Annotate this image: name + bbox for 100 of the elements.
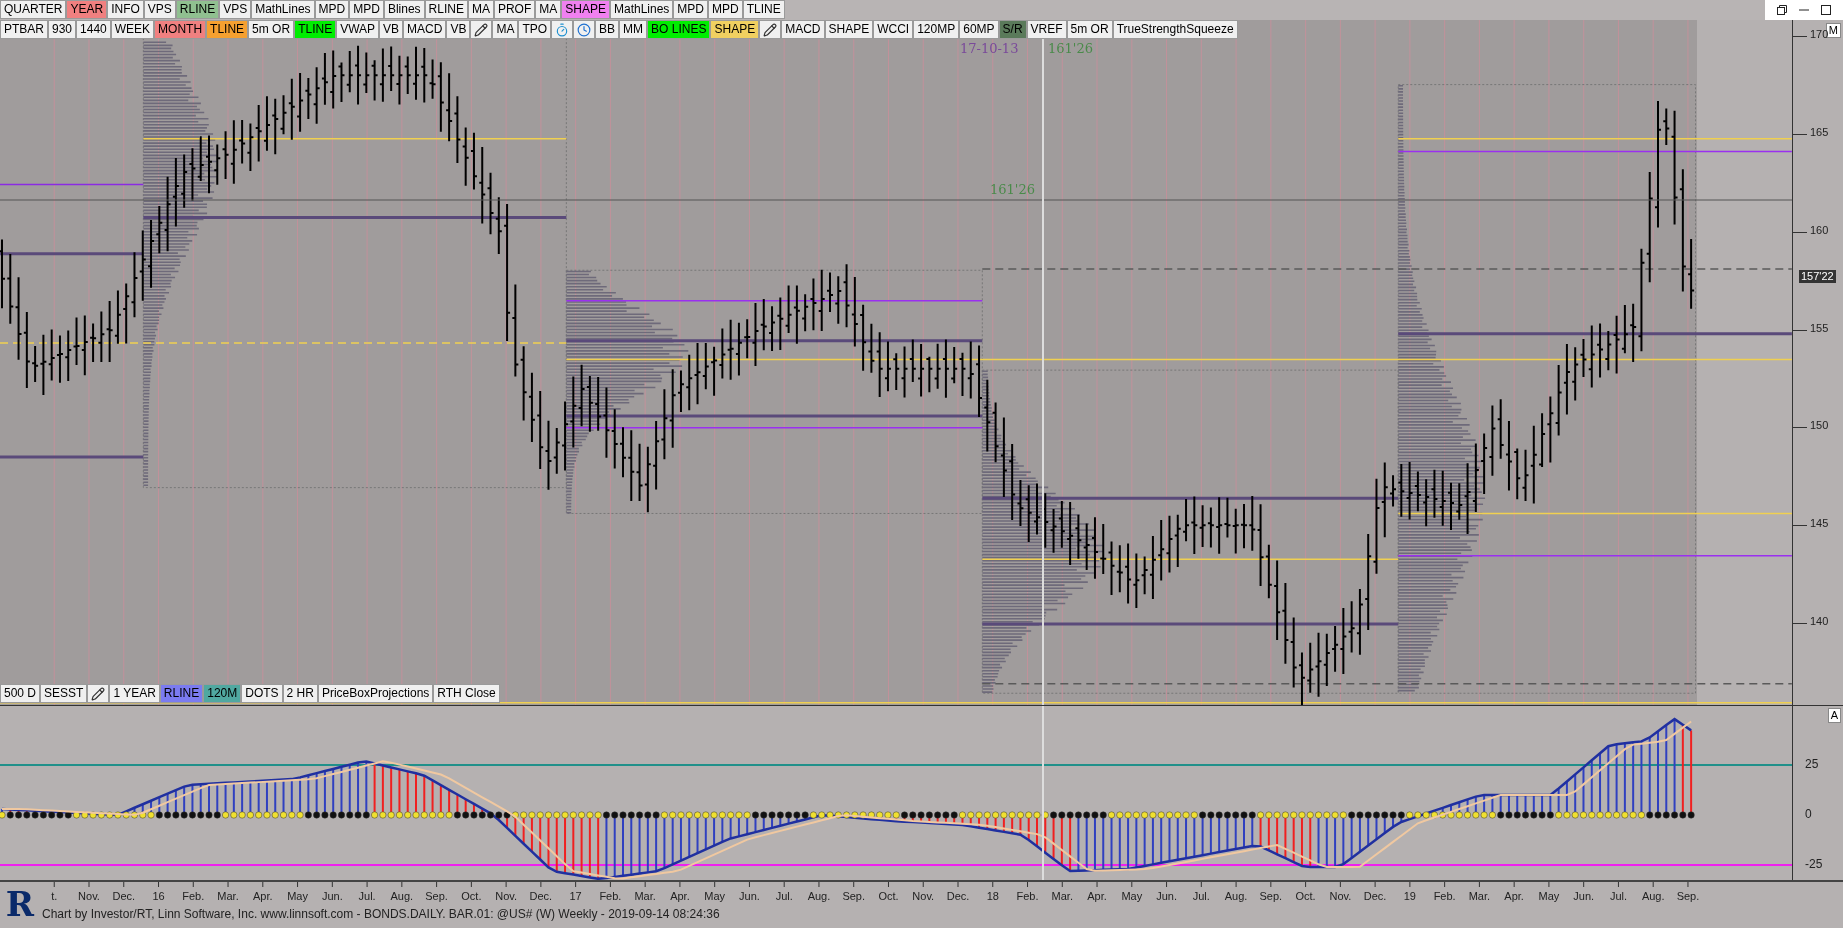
- toolbar-button[interactable]: RLINE: [175, 0, 220, 19]
- month-label: Feb.: [1433, 890, 1456, 902]
- month-label: Oct.: [878, 890, 899, 902]
- month-label: 18: [986, 890, 999, 902]
- toolbar-button[interactable]: 5m OR: [1066, 20, 1113, 39]
- month-label: Dec.: [946, 890, 970, 902]
- toolbar-button[interactable]: MA: [535, 0, 562, 19]
- toolbar-button[interactable]: 1 YEAR: [109, 684, 160, 703]
- toolbar-button[interactable]: WCCI: [873, 20, 914, 39]
- month-label: Aug.: [1224, 890, 1248, 902]
- toolbar-button[interactable]: TLINE: [206, 20, 249, 39]
- toolbar-button[interactable]: MathLines: [609, 0, 674, 19]
- month-label: Dec.: [112, 890, 136, 902]
- panel-label[interactable]: A: [1827, 708, 1841, 723]
- month-label: Oct.: [461, 890, 482, 902]
- month-label: Jun.: [321, 890, 343, 902]
- toolbar-button[interactable]: PTBAR: [0, 20, 48, 39]
- toolbar-button[interactable]: MACD: [403, 20, 447, 39]
- toolbar-button[interactable]: BB: [595, 20, 620, 39]
- month-label: Jul.: [358, 890, 376, 902]
- toolbar-button[interactable]: RLINE: [424, 0, 468, 19]
- chart-credit: Chart by Investor/RT, Linn Software, Inc. www.linnsoft.com - BONDS.DAILY. BAR.01: @US# (W) Weekly - 2019-09-14 08:24:36: [41, 906, 721, 922]
- maximize-icon[interactable]: [1821, 5, 1831, 15]
- toolbar-button[interactable]: BO LINES: [647, 20, 711, 39]
- month-label: May: [1538, 890, 1560, 902]
- month-label: 16: [152, 890, 165, 902]
- toolbar-button[interactable]: MPD: [349, 0, 384, 19]
- toolbar-button[interactable]: RTH Close: [433, 684, 500, 703]
- toolbar-button[interactable]: PROF: [493, 0, 536, 19]
- toolbar-button[interactable]: TLINE: [742, 0, 785, 19]
- toolbar-button[interactable]: RLINE: [159, 684, 204, 703]
- month-label: Apr.: [670, 890, 690, 902]
- month-label: Nov.: [1329, 890, 1352, 902]
- toolbar-button[interactable]: TrueStrengthSqueeze: [1112, 20, 1238, 39]
- month-label: Jun.: [1573, 890, 1595, 902]
- toolbar-button[interactable]: 930: [48, 20, 77, 39]
- tool-button[interactable]: [759, 20, 782, 39]
- price-label: 145: [1810, 517, 1829, 530]
- toolbar-button[interactable]: MA: [467, 0, 494, 19]
- clock-icon: [577, 22, 592, 37]
- toolbar-button[interactable]: VB: [446, 20, 471, 39]
- toolbar-button[interactable]: SHAPE: [824, 20, 874, 39]
- price-label: 140: [1810, 615, 1829, 628]
- chart-annotation: 161'26: [1048, 41, 1093, 56]
- month-label: Jul.: [775, 890, 793, 902]
- toolbar-button[interactable]: VWAP: [336, 20, 380, 39]
- chart-annotation: 17-10-13: [960, 41, 1019, 56]
- toolbar-button[interactable]: Blines: [383, 0, 425, 19]
- toolbar-button[interactable]: MPD: [708, 0, 743, 19]
- toolbar-button[interactable]: INFO: [107, 0, 144, 19]
- toolbar-button[interactable]: VB: [379, 20, 404, 39]
- month-label: 19: [1403, 890, 1416, 902]
- price-label: 160: [1810, 223, 1829, 236]
- toolbar-button[interactable]: SHAPE: [710, 20, 760, 39]
- toolbar-button[interactable]: 2 HR: [282, 684, 318, 703]
- toolbar-button[interactable]: SHAPE: [561, 0, 610, 19]
- toolbar-button[interactable]: TLINE: [294, 20, 337, 39]
- pencil-icon: [763, 22, 778, 37]
- month-label: Apr.: [1087, 890, 1107, 902]
- price-label: 165: [1810, 125, 1829, 138]
- toolbar-button[interactable]: VPS: [219, 0, 252, 19]
- toolbar-button[interactable]: 500 D: [0, 684, 41, 703]
- toolbar-button[interactable]: DOTS: [241, 684, 283, 703]
- toolbar-button[interactable]: 120MP: [913, 20, 960, 39]
- restore-icon[interactable]: [1777, 5, 1787, 15]
- toolbar-button[interactable]: PriceBoxProjections: [317, 684, 434, 703]
- toolbar-button[interactable]: SESST: [40, 684, 88, 703]
- toolbar-button[interactable]: 60MP: [959, 20, 999, 39]
- toolbar-button[interactable]: 1440: [76, 20, 111, 39]
- tool-button[interactable]: [573, 20, 596, 39]
- month-label: Dec.: [529, 890, 553, 902]
- current-price-label: 157'22: [1799, 269, 1836, 283]
- month-label: Nov.: [912, 890, 935, 902]
- toolbar-button[interactable]: 5m OR: [248, 20, 295, 39]
- tool-button[interactable]: [470, 20, 493, 39]
- toolbar-button[interactable]: QUARTER: [0, 0, 67, 19]
- month-label: Sep.: [425, 890, 448, 902]
- month-label: May: [1121, 890, 1143, 902]
- toolbar-button[interactable]: VREF: [1026, 20, 1067, 39]
- toolbar-button[interactable]: 120M: [203, 684, 242, 703]
- toolbar-button[interactable]: TPO: [518, 20, 552, 39]
- month-label: Jul.: [1192, 890, 1210, 902]
- toolbar-button[interactable]: MM: [619, 20, 648, 39]
- toolbar-button[interactable]: MONTH: [154, 20, 207, 39]
- month-label: Jul.: [1609, 890, 1627, 902]
- logo: R: [5, 886, 35, 922]
- toolbar-button[interactable]: MPD: [314, 0, 350, 19]
- month-label: Aug.: [390, 890, 414, 902]
- toolbar-button[interactable]: S/R: [998, 20, 1027, 39]
- toolbar-button[interactable]: MA: [492, 20, 519, 39]
- toolbar-button[interactable]: MathLines: [251, 0, 315, 19]
- toolbar-button[interactable]: MACD: [781, 20, 825, 39]
- month-label: Feb.: [182, 890, 205, 902]
- toolbar-button[interactable]: WEEK: [110, 20, 155, 39]
- month-label: Nov.: [78, 890, 100, 902]
- tool-button[interactable]: [87, 684, 110, 703]
- toolbar-button[interactable]: MPD: [673, 0, 708, 19]
- toolbar-button[interactable]: YEAR: [66, 0, 108, 19]
- toolbar-button[interactable]: VPS: [143, 0, 176, 19]
- month-label: Feb.: [599, 890, 622, 902]
